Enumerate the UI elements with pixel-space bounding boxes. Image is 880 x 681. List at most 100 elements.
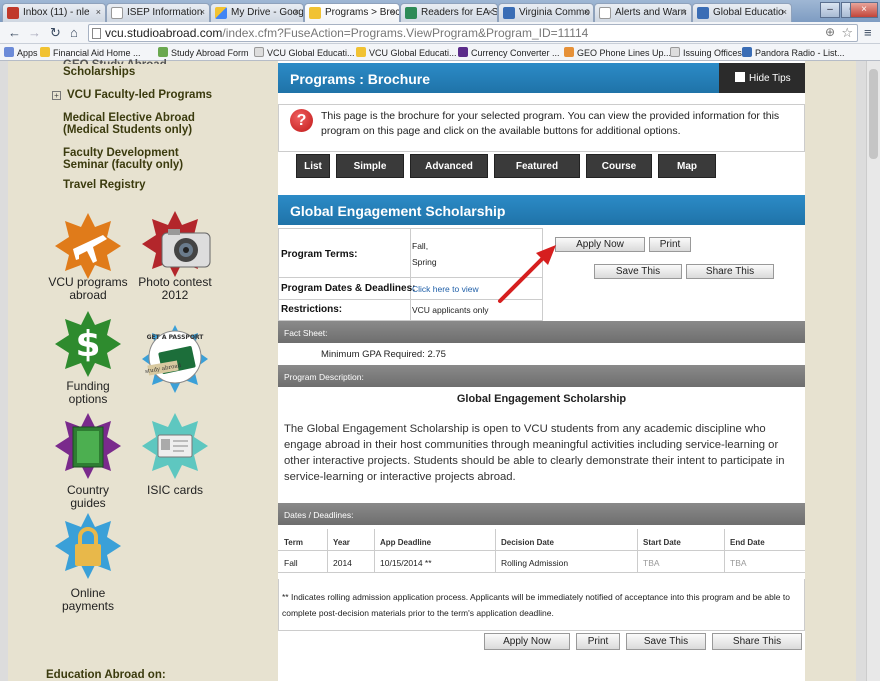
featured-programs-button[interactable]: Featured Programs	[494, 154, 580, 196]
bookmark-vcu-global-2[interactable]: VCU Global Educati...	[356, 47, 457, 58]
online-payments-link[interactable]: Online payments	[43, 587, 133, 613]
close-tab-icon[interactable]: ×	[390, 7, 395, 17]
yahoo-icon	[458, 47, 468, 57]
vcu-programs-abroad-link[interactable]: VCU programs abroad	[43, 276, 133, 302]
reload-icon[interactable]: ↻	[50, 25, 61, 41]
column-decision-date: Decision Date	[501, 538, 554, 547]
print-button-top[interactable]: Print	[649, 237, 691, 252]
close-window-icon[interactable]: ×	[850, 2, 878, 18]
simple-search-button[interactable]: Simple Search	[336, 154, 404, 196]
print-button-bottom[interactable]: Print	[576, 633, 620, 650]
bookmark-geo-phone[interactable]: GEO Phone Lines Up...	[564, 47, 671, 58]
book-icon[interactable]	[53, 411, 123, 481]
close-tab-icon[interactable]: ×	[584, 7, 589, 17]
camera-icon[interactable]	[140, 209, 214, 279]
share-this-button-bottom[interactable]: Share This	[712, 633, 802, 650]
close-tab-icon[interactable]: ×	[682, 7, 687, 17]
address-bar[interactable]: vcu.studioabroad.com/index.cfm?FuseActio…	[88, 24, 858, 42]
nav-link-faculty-led[interactable]: + VCU Faculty-led Programs	[52, 89, 212, 101]
program-term-fall: Fall,	[412, 241, 429, 251]
bookmark-pandora[interactable]: Pandora Radio - List...	[742, 47, 845, 58]
airplane-icon[interactable]	[53, 211, 123, 281]
tab-drive[interactable]: My Drive - Goog ×	[210, 3, 304, 22]
minimize-icon[interactable]: –	[820, 2, 840, 18]
share-this-button-top[interactable]: Share This	[686, 264, 774, 279]
rolling-admission-note: ** Indicates rolling admission applicati…	[282, 592, 790, 618]
bookmark-issuing-offices[interactable]: Issuing Offices	[670, 47, 742, 58]
home-icon[interactable]: ⌂	[70, 25, 78, 41]
tab-virginia[interactable]: Virginia Commo ×	[498, 3, 594, 22]
country-guides-link[interactable]: Country guides	[43, 484, 133, 510]
bookmark-star-icon[interactable]: ☆	[841, 25, 853, 41]
bookmark-financial-aid[interactable]: Financial Aid Home ...	[40, 47, 141, 58]
vcu-icon	[309, 7, 321, 19]
map-search-button[interactable]: Map Search	[658, 154, 716, 196]
tab-strip: Inbox (11) - nle × ISEP Information × My D…	[0, 0, 880, 22]
close-tab-icon[interactable]: ×	[294, 7, 299, 17]
close-tab-icon[interactable]: ×	[200, 7, 205, 17]
bookmark-vcu-global-1[interactable]: VCU Global Educati...	[254, 47, 355, 58]
table-border	[724, 529, 725, 572]
close-tab-icon[interactable]: ×	[96, 7, 101, 17]
tab-isep[interactable]: ISEP Information ×	[106, 3, 210, 22]
cell-decision-date: Rolling Admission	[501, 558, 569, 568]
expand-icon[interactable]: +	[52, 91, 61, 100]
program-term-spring: Spring	[412, 257, 437, 267]
apply-now-button-bottom[interactable]: Apply Now	[484, 633, 570, 650]
close-tab-icon[interactable]: ×	[488, 7, 493, 17]
browser-toolbar: ← → ↻ ⌂ vcu.studioabroad.com/index.cfm?F…	[0, 22, 880, 44]
column-term: Term	[284, 538, 303, 547]
gmail-icon	[7, 7, 19, 19]
nav-link-faculty-development[interactable]: Faculty Development Seminar (faculty only…	[63, 147, 183, 171]
save-this-button-bottom[interactable]: Save This	[626, 633, 706, 650]
main-content: Programs : Brochure Hide Tips ? This pag…	[278, 61, 805, 681]
dates-click-link[interactable]: Click here to view	[412, 284, 479, 294]
bookmark-currency-converter[interactable]: Currency Converter ...	[458, 47, 560, 58]
tab-programs[interactable]: Programs > Broc ×	[304, 3, 400, 22]
bookmark-apps[interactable]: Apps	[4, 47, 38, 58]
hide-tips-toggle[interactable]: Hide Tips	[719, 63, 805, 93]
bookmark-study-abroad-form[interactable]: Study Abroad Form	[158, 47, 249, 58]
question-mark-icon: ?	[290, 109, 313, 132]
tab-gmail[interactable]: Inbox (11) - nle ×	[2, 3, 106, 22]
checkbox-icon[interactable]	[735, 72, 745, 82]
passport-icon[interactable]: GET A PASSPORT study abroad	[134, 319, 216, 399]
pandora-icon	[742, 47, 752, 57]
tab-alerts[interactable]: Alerts and Warn ×	[594, 3, 692, 22]
nav-link-travel-registry[interactable]: Travel Registry	[63, 179, 145, 191]
forward-icon[interactable]: →	[28, 25, 41, 41]
menu-icon[interactable]: ≡	[864, 25, 872, 41]
vertical-scrollbar[interactable]	[866, 61, 880, 681]
program-title: Global Engagement Scholarship	[290, 203, 506, 219]
advanced-search-button[interactable]: Advanced Search	[410, 154, 488, 196]
photo-contest-link[interactable]: Photo contest 2012	[130, 276, 220, 302]
sheets-icon	[405, 7, 417, 19]
nav-link-medical-elective[interactable]: Medical Elective Abroad (Medical Students…	[63, 112, 195, 136]
program-dates-label: Program Dates & Deadlines:	[281, 283, 416, 294]
dollar-icon[interactable]: $	[53, 309, 123, 379]
scrollbar-thumb[interactable]	[869, 69, 878, 159]
funding-options-link[interactable]: Funding options	[43, 380, 133, 406]
id-card-icon[interactable]	[140, 411, 210, 481]
list-all-button[interactable]: List All	[296, 154, 330, 196]
tab-global-education[interactable]: Global Educatio ×	[692, 3, 792, 22]
apply-now-button-top[interactable]: Apply Now	[555, 237, 645, 252]
course-search-button[interactable]: Course Search	[586, 154, 652, 196]
site-icon	[697, 7, 709, 19]
save-this-button-top[interactable]: Save This	[594, 264, 682, 279]
dates-deadlines-header: Dates / Deadlines:	[278, 503, 805, 525]
nav-link-scholarships[interactable]: Scholarships	[63, 66, 135, 78]
restrictions-label: Restrictions:	[281, 304, 343, 315]
vcu-icon	[40, 47, 50, 57]
isic-cards-link[interactable]: ISIC cards	[130, 484, 220, 497]
column-start-date: Start Date	[643, 538, 681, 547]
nav-link-geo-study-abroad[interactable]: GEO Study Abroad	[63, 59, 167, 64]
table-border	[327, 529, 328, 572]
tab-readers[interactable]: Readers for EA S ×	[400, 3, 498, 22]
back-icon[interactable]: ←	[8, 25, 21, 41]
zoom-icon[interactable]: ⊕	[825, 25, 835, 39]
red-arrow-annotation	[498, 245, 556, 303]
apps-icon	[4, 47, 14, 57]
lock-icon[interactable]	[53, 511, 123, 581]
close-tab-icon[interactable]: ×	[782, 7, 787, 17]
